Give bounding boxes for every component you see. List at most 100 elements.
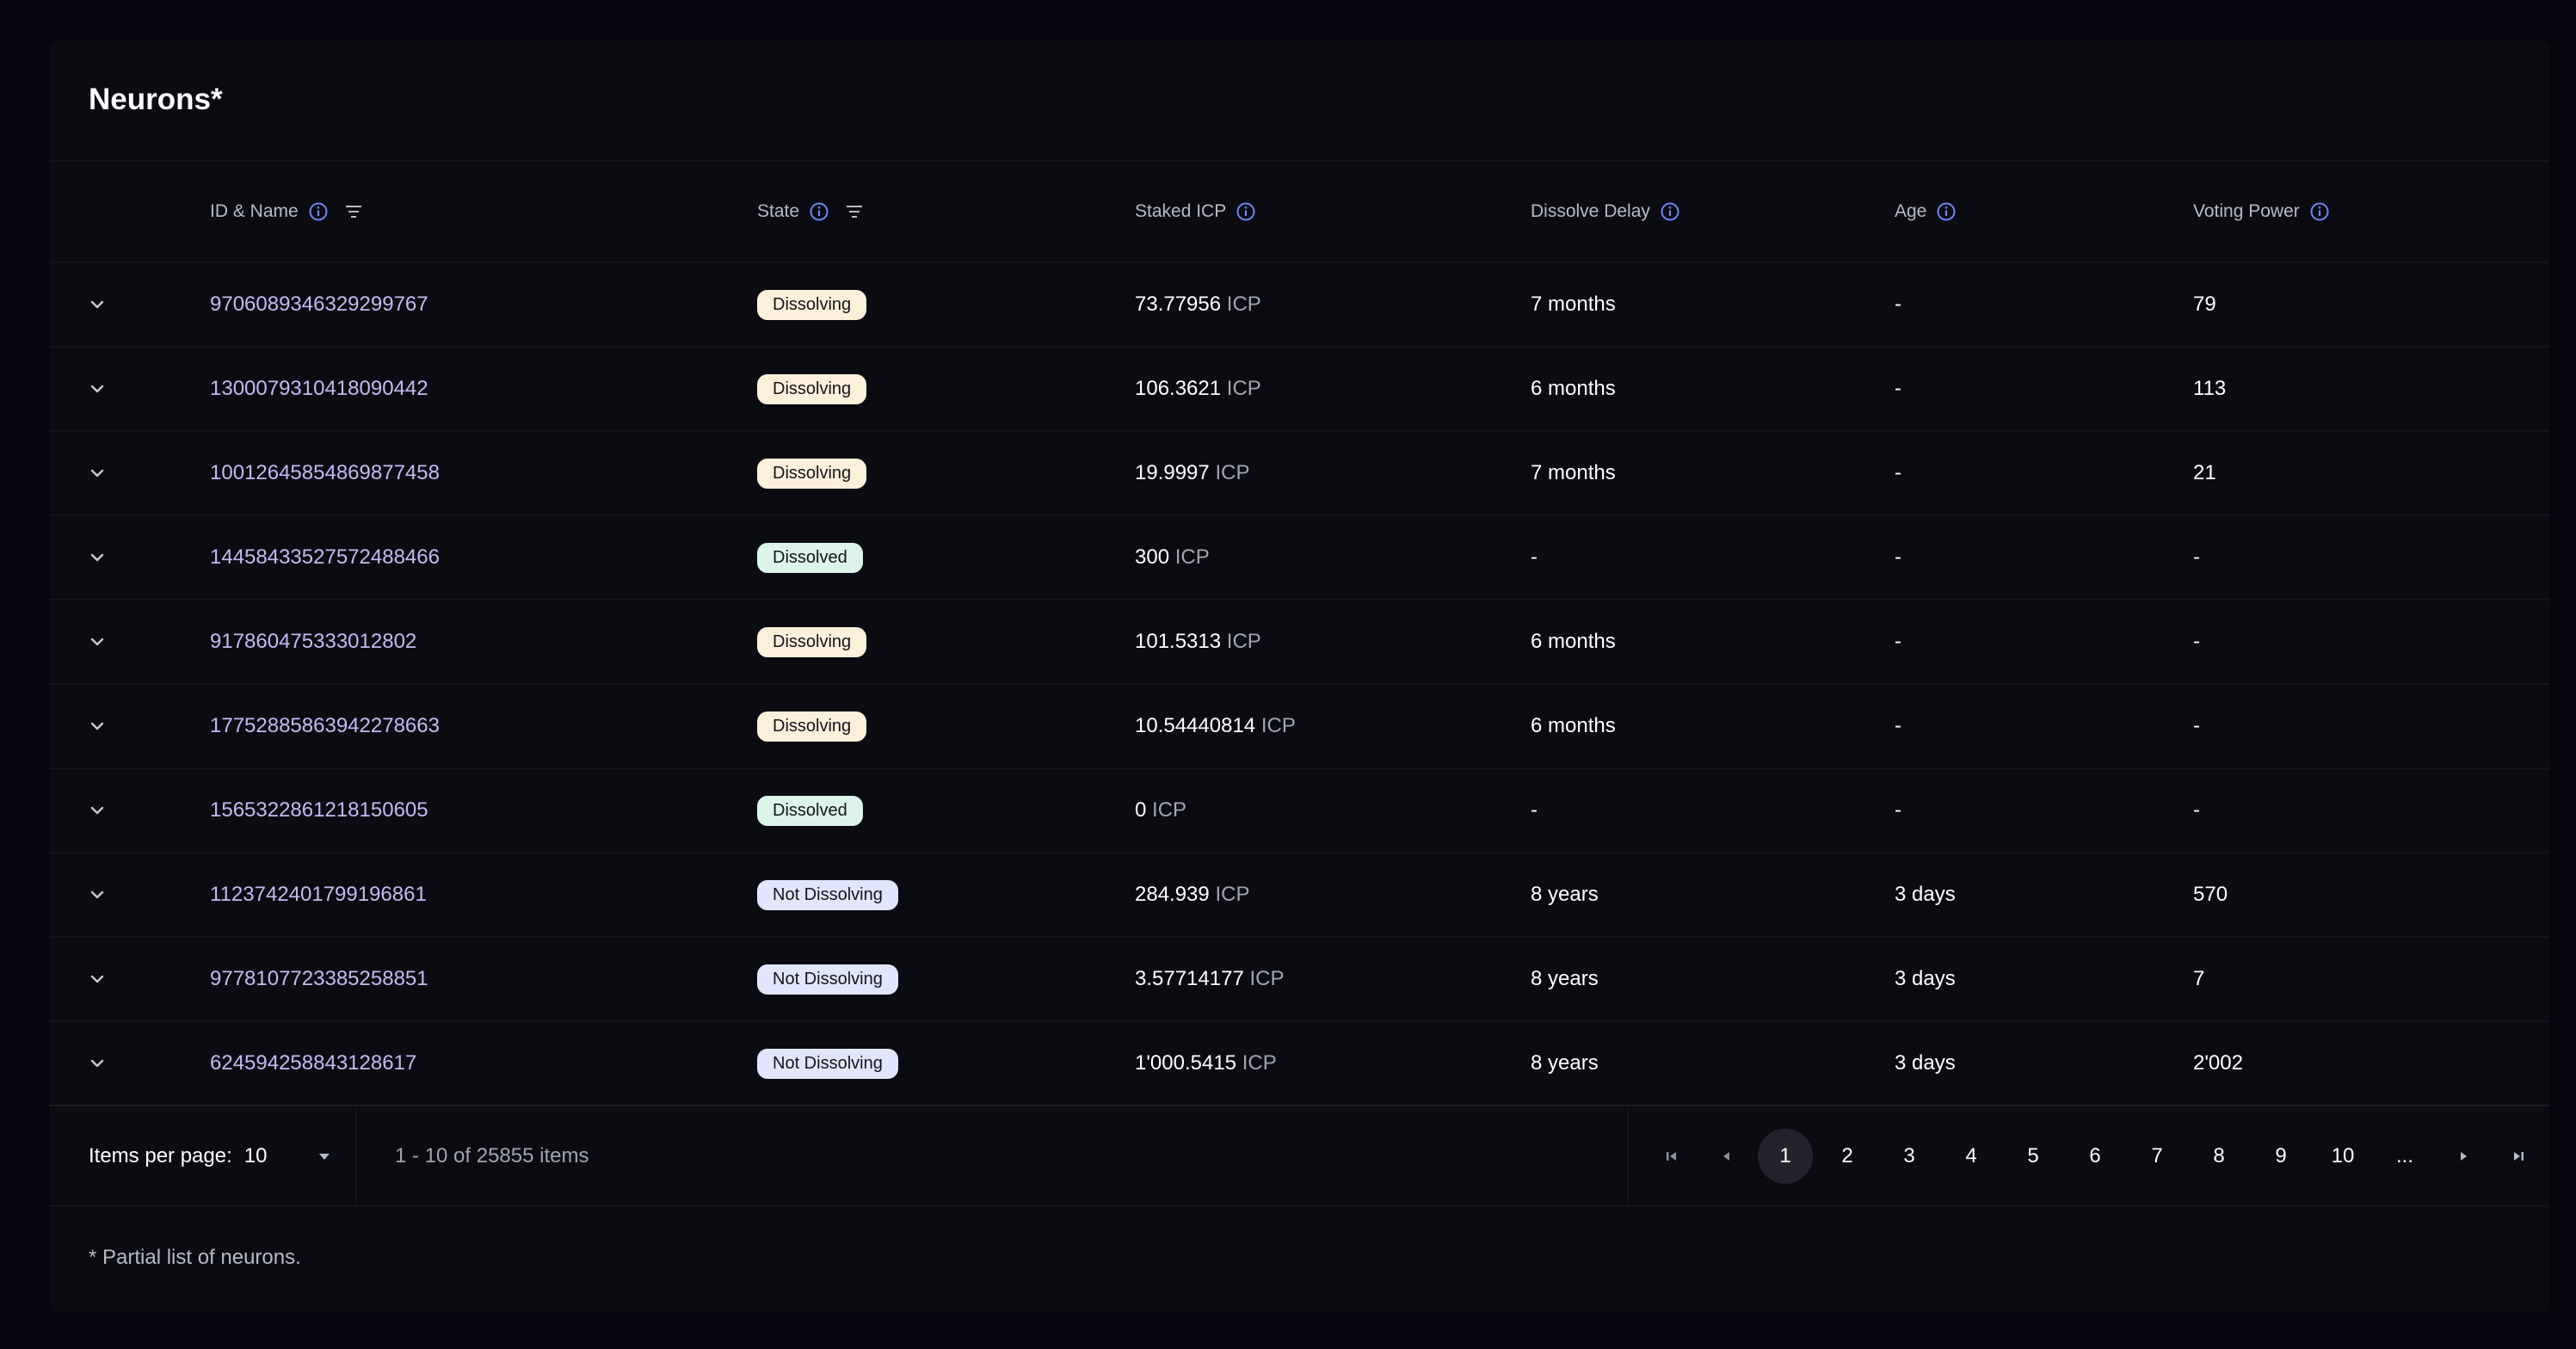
neuron-id-link[interactable]: 17752885863942278663 [210, 714, 440, 737]
chevron-down-icon [90, 385, 104, 393]
staked-amount: 284.939 [1135, 883, 1210, 906]
neuron-id-link[interactable]: 1123742401799196861 [210, 883, 427, 906]
info-icon[interactable] [2309, 201, 2330, 222]
dissolve-delay-cell: 8 years [1531, 853, 1895, 938]
staked-amount: 1'000.5415 [1135, 1051, 1237, 1075]
page-button[interactable]: 7 [2129, 1129, 2185, 1184]
neuron-id-link[interactable]: 14458433527572488466 [210, 545, 440, 569]
caret-down-icon [318, 1153, 330, 1160]
table-row[interactable]: 9778107723385258851 Not Dissolving 3.577… [49, 937, 2549, 1022]
page-button[interactable]: 3 [1882, 1129, 1937, 1184]
voting-power-cell: 113 [2193, 347, 2549, 432]
expand-row-button[interactable] [82, 1048, 113, 1079]
page-button[interactable]: 1 [1758, 1128, 1813, 1184]
table-row[interactable]: 14458433527572488466 Dissolved 300 ICP -… [49, 515, 2549, 601]
age-cell: - [1895, 600, 2193, 685]
info-icon[interactable] [1936, 201, 1957, 222]
page-button[interactable]: 2 [1820, 1129, 1875, 1184]
items-per-page-select[interactable]: 10 [244, 1144, 332, 1168]
staked-unit: ICP [1174, 545, 1210, 569]
state-badge: Not Dissolving [757, 879, 898, 910]
voting-power-cell: - [2193, 768, 2549, 853]
expand-row-button[interactable] [82, 289, 113, 320]
filter-icon[interactable] [343, 201, 364, 222]
neuron-id-link[interactable]: 1565322861218150605 [210, 798, 428, 822]
last-page-icon [2514, 1151, 2524, 1161]
expand-cell [49, 684, 210, 769]
state-cell: Not Dissolving [757, 853, 1135, 938]
state-badge: Not Dissolving [757, 964, 898, 995]
table-row[interactable]: 17752885863942278663 Dissolving 10.54440… [49, 684, 2549, 769]
age-cell: - [1895, 431, 2193, 516]
pagination-range: 1 - 10 of 25855 items [395, 1143, 589, 1167]
info-icon[interactable] [308, 201, 329, 222]
expand-row-button[interactable] [82, 879, 113, 910]
pagination: 1 2 3 4 5 6 7 8 9 10... [1627, 1106, 2549, 1205]
state-cell: Dissolving [757, 262, 1135, 348]
expand-cell [49, 515, 210, 601]
column-header-staked-icp: Staked ICP [1135, 162, 1531, 263]
expand-row-button[interactable] [82, 711, 113, 742]
staked-unit: ICP [1215, 883, 1250, 906]
neuron-id-link[interactable]: 9706089346329299767 [210, 293, 428, 316]
neurons-card: Neurons* ID & Name State Staked ICP Diss… [49, 40, 2549, 1313]
state-cell: Dissolved [757, 515, 1135, 601]
staked-amount: 19.9997 [1135, 461, 1210, 484]
filter-icon[interactable] [844, 201, 865, 222]
voting-power-cell: 570 [2193, 853, 2549, 938]
last-page-button[interactable] [2494, 1129, 2542, 1184]
expand-row-button[interactable] [82, 626, 113, 657]
expand-cell [49, 431, 210, 516]
info-icon[interactable] [1660, 201, 1680, 222]
expand-row-button[interactable] [82, 964, 113, 995]
table-row[interactable]: 10012645854869877458 Dissolving 19.9997 … [49, 431, 2549, 516]
dissolve-delay-cell: 8 years [1531, 937, 1895, 1022]
page-button[interactable]: 4 [1944, 1129, 1999, 1184]
state-cell: Not Dissolving [757, 1021, 1135, 1106]
staked-cell: 101.5313 ICP [1135, 600, 1531, 685]
neuron-id-link[interactable]: 10012645854869877458 [210, 461, 440, 484]
page-button[interactable]: 5 [2006, 1129, 2061, 1184]
next-page-button[interactable] [2439, 1129, 2487, 1184]
neuron-id-link[interactable]: 624594258843128617 [210, 1051, 416, 1075]
staked-amount: 73.77956 [1135, 293, 1222, 316]
first-page-button[interactable] [1648, 1129, 1696, 1184]
neuron-id-link[interactable]: 1300079310418090442 [210, 377, 428, 400]
state-badge: Dissolving [757, 289, 867, 320]
table-row[interactable]: 1300079310418090442 Dissolving 106.3621 … [49, 347, 2549, 432]
staked-unit: ICP [1226, 293, 1261, 316]
staked-unit: ICP [1215, 461, 1250, 484]
expand-row-button[interactable] [82, 373, 113, 404]
table-row[interactable]: 917860475333012802 Dissolving 101.5313 I… [49, 600, 2549, 685]
chevron-down-icon [90, 638, 104, 646]
info-icon[interactable] [809, 201, 829, 222]
page-button[interactable]: 6 [2068, 1129, 2123, 1184]
page-button[interactable]: 8 [2191, 1129, 2246, 1184]
page-button[interactable]: 10 [2315, 1129, 2370, 1184]
table-row[interactable]: 1123742401799196861 Not Dissolving 284.9… [49, 853, 2549, 938]
table-row[interactable]: 9706089346329299767 Dissolving 73.77956 … [49, 262, 2549, 348]
table-footer: Items per page: 10 1 - 10 of 25855 items… [49, 1106, 2549, 1207]
prev-page-button[interactable] [1703, 1129, 1751, 1184]
staked-cell: 106.3621 ICP [1135, 347, 1531, 432]
voting-power-cell: 79 [2193, 262, 2549, 348]
expand-row-button[interactable] [82, 542, 113, 573]
table-row[interactable]: 1565322861218150605 Dissolved 0 ICP - - … [49, 768, 2549, 853]
expand-cell [49, 600, 210, 685]
info-icon[interactable] [1236, 201, 1256, 222]
state-cell: Not Dissolving [757, 937, 1135, 1022]
staked-cell: 19.9997 ICP [1135, 431, 1531, 516]
id-cell: 17752885863942278663 [210, 684, 757, 769]
column-header-state: State [757, 162, 1135, 263]
chevron-down-icon [90, 890, 104, 899]
page-button[interactable]: 9 [2253, 1129, 2308, 1184]
neuron-id-link[interactable]: 917860475333012802 [210, 630, 416, 653]
staked-cell: 73.77956 ICP [1135, 262, 1531, 348]
table-row[interactable]: 624594258843128617 Not Dissolving 1'000.… [49, 1021, 2549, 1106]
expand-row-button[interactable] [82, 458, 113, 489]
age-cell: 3 days [1895, 853, 2193, 938]
expand-row-button[interactable] [82, 795, 113, 826]
id-cell: 9778107723385258851 [210, 937, 757, 1022]
neuron-id-link[interactable]: 9778107723385258851 [210, 967, 428, 990]
voting-power-cell: 7 [2193, 937, 2549, 1022]
